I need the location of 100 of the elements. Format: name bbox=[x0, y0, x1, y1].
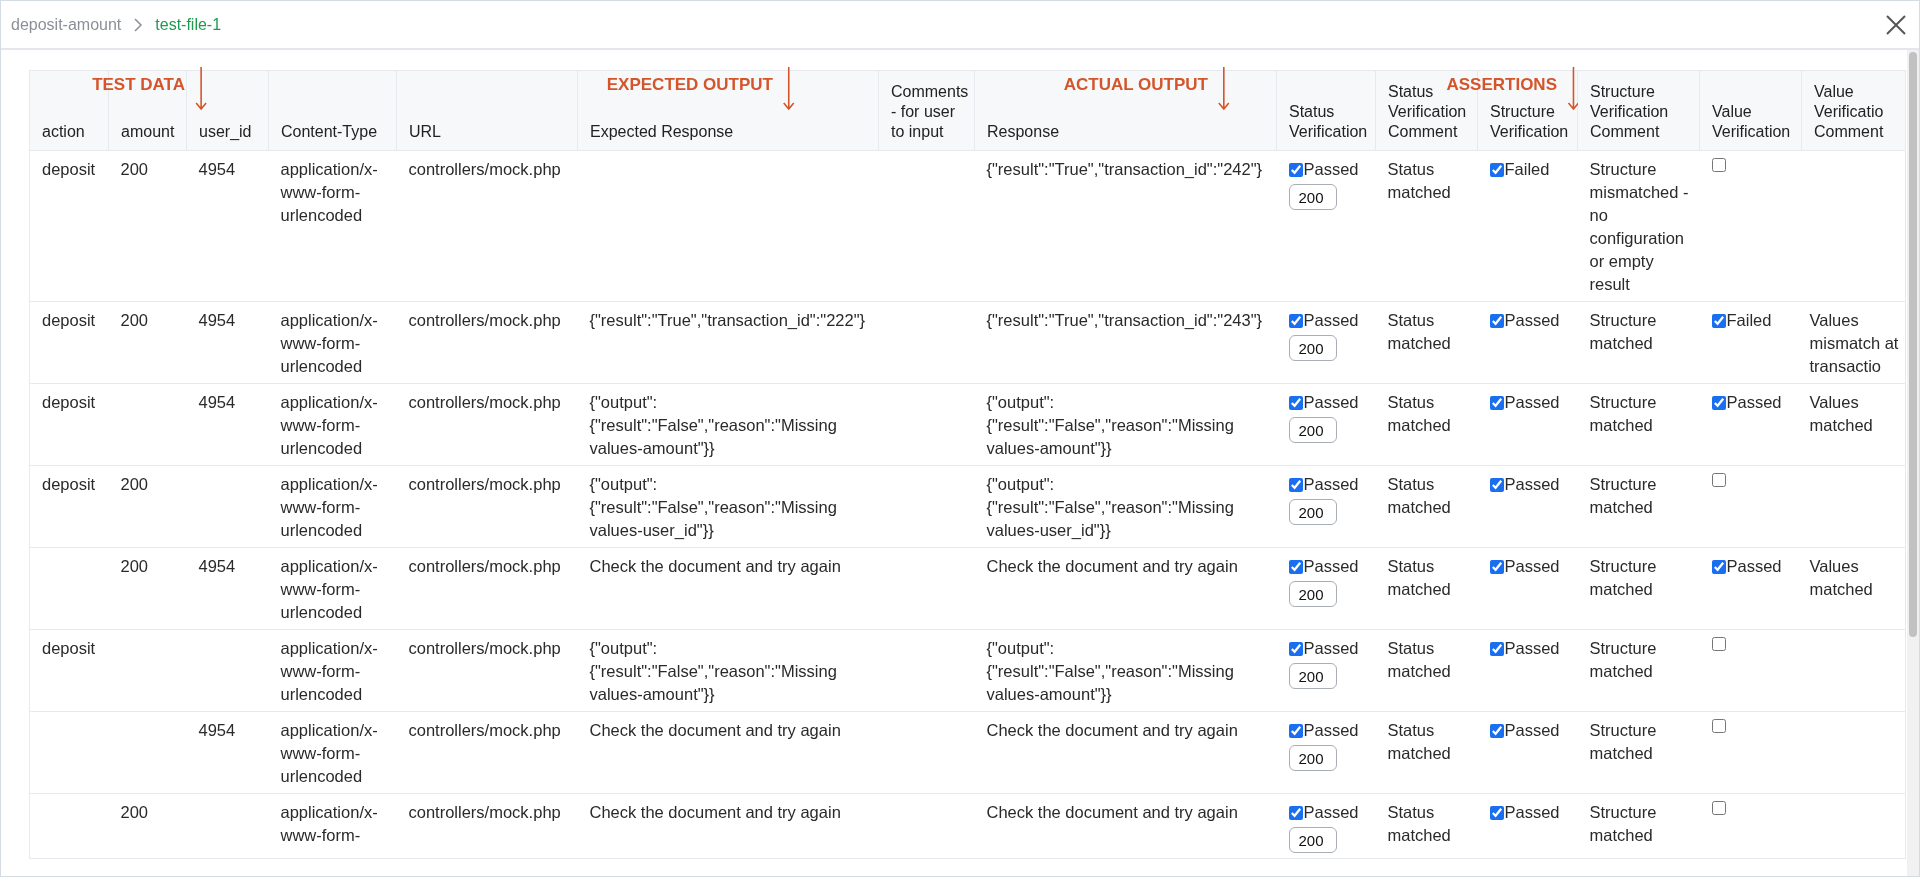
checkbox[interactable] bbox=[1711, 801, 1726, 815]
checkbox[interactable] bbox=[1711, 473, 1726, 487]
cell-text: Status matched bbox=[1387, 159, 1452, 203]
checkbox[interactable] bbox=[1489, 313, 1504, 328]
status-code-field[interactable]: 200 bbox=[1288, 745, 1337, 771]
checkbox[interactable] bbox=[1711, 313, 1726, 328]
checkbox[interactable] bbox=[1288, 723, 1303, 738]
cell-text: 4954 bbox=[198, 159, 237, 180]
cell-text: application/x-www-form-urlencoded bbox=[280, 310, 379, 377]
cell-text: Status matched bbox=[1387, 638, 1452, 682]
cell-text: {"output": {"result":"False","reason":"Missing values-user_id"}} bbox=[589, 474, 838, 541]
column-header: Comments - for user to input bbox=[878, 70, 975, 151]
down-arrow-icon bbox=[195, 67, 207, 111]
cell-text: deposit bbox=[42, 474, 97, 495]
verification-result: Passed bbox=[1303, 310, 1359, 331]
checkbox[interactable] bbox=[1288, 641, 1303, 656]
cell-text: application/x-www-form-urlencoded bbox=[280, 159, 379, 226]
column-header: Structure Verification Comment bbox=[1577, 70, 1700, 151]
chevron-right-icon bbox=[133, 16, 144, 33]
cell-text: {"output": {"result":"False","reason":"Missing values-user_id"}} bbox=[986, 474, 1235, 541]
cell-text: 4954 bbox=[198, 720, 237, 741]
cell-text: Status matched bbox=[1387, 802, 1452, 846]
cell-text: 4954 bbox=[198, 556, 237, 577]
checkbox[interactable] bbox=[1489, 477, 1504, 492]
checkbox[interactable] bbox=[1711, 559, 1726, 574]
checkbox[interactable] bbox=[1711, 637, 1726, 651]
checkbox[interactable] bbox=[1288, 559, 1303, 574]
verification-result: Passed bbox=[1303, 474, 1359, 495]
column-header: Value Verificatio Comment bbox=[1801, 70, 1906, 151]
verification-result: Passed bbox=[1504, 802, 1560, 823]
verification-result: Passed bbox=[1504, 556, 1560, 577]
cell-text: Values mismatch at transactio bbox=[1809, 310, 1900, 377]
cell-text: 4954 bbox=[198, 392, 237, 413]
section-annotation: TEST DATA bbox=[92, 75, 185, 95]
cell-text: Structure matched bbox=[1589, 802, 1658, 846]
section-annotation: ACTUAL OUTPUT bbox=[1063, 75, 1208, 95]
cell-text: deposit bbox=[42, 310, 97, 331]
checkbox[interactable] bbox=[1489, 723, 1504, 738]
checkbox[interactable] bbox=[1489, 559, 1504, 574]
verification-result: Failed bbox=[1504, 159, 1550, 180]
cell-text: deposit bbox=[42, 392, 97, 413]
cell-text: Check the document and try again bbox=[986, 802, 1239, 823]
cell-text: Structure mismatched - no configuration or empty result bbox=[1589, 159, 1690, 295]
cell-text: controllers/mock.php bbox=[408, 474, 562, 495]
verification-result: Passed bbox=[1303, 159, 1359, 180]
status-code-field[interactable]: 200 bbox=[1288, 499, 1337, 525]
cell-text: Check the document and try again bbox=[589, 720, 842, 741]
cell-text: {"output": {"result":"False","reason":"Missing values-amount"}} bbox=[986, 392, 1235, 459]
cell-text: Structure matched bbox=[1589, 638, 1658, 682]
verification-result: Passed bbox=[1726, 556, 1782, 577]
cell-text: Values matched bbox=[1809, 556, 1874, 600]
status-code-field[interactable]: 200 bbox=[1288, 335, 1337, 361]
verification-result: Failed bbox=[1726, 310, 1772, 331]
cell-text: controllers/mock.php bbox=[408, 638, 562, 659]
cell-text: Check the document and try again bbox=[986, 720, 1239, 741]
verification-result: Passed bbox=[1303, 392, 1359, 413]
status-code-field[interactable]: 200 bbox=[1288, 184, 1337, 210]
checkbox[interactable] bbox=[1711, 395, 1726, 410]
checkbox[interactable] bbox=[1489, 162, 1504, 177]
verification-result: Passed bbox=[1504, 310, 1560, 331]
cell-text: Status matched bbox=[1387, 556, 1452, 600]
checkbox[interactable] bbox=[1489, 805, 1504, 820]
checkbox[interactable] bbox=[1711, 158, 1726, 172]
cell-text: Structure matched bbox=[1589, 310, 1658, 354]
cell-text: application/x-www-form-urlencoded bbox=[280, 638, 379, 705]
verification-result: Passed bbox=[1303, 638, 1359, 659]
checkbox[interactable] bbox=[1711, 719, 1726, 733]
verification-result: Passed bbox=[1504, 638, 1560, 659]
cell-text: controllers/mock.php bbox=[408, 720, 562, 741]
cell-text: Check the document and try again bbox=[589, 556, 842, 577]
cell-text: controllers/mock.php bbox=[408, 556, 562, 577]
checkbox[interactable] bbox=[1288, 395, 1303, 410]
cell-text: 4954 bbox=[198, 310, 237, 331]
status-code-field[interactable]: 200 bbox=[1288, 581, 1337, 607]
cell-text: application/x-www-form-urlencoded bbox=[280, 392, 379, 459]
checkbox[interactable] bbox=[1489, 395, 1504, 410]
checkbox[interactable] bbox=[1288, 162, 1303, 177]
verification-result: Passed bbox=[1303, 802, 1359, 823]
cell-text: {"output": {"result":"False","reason":"Missing values-amount"}} bbox=[589, 392, 838, 459]
status-code-field[interactable]: 200 bbox=[1288, 417, 1337, 443]
checkbox[interactable] bbox=[1288, 477, 1303, 492]
checkbox[interactable] bbox=[1288, 805, 1303, 820]
column-header: Value Verification bbox=[1699, 70, 1802, 151]
status-code-field[interactable]: 200 bbox=[1288, 663, 1337, 689]
status-code-field[interactable]: 200 bbox=[1288, 827, 1337, 853]
down-arrow-icon bbox=[1218, 67, 1230, 111]
section-annotation: EXPECTED OUTPUT bbox=[606, 75, 773, 95]
close-icon[interactable] bbox=[1885, 13, 1907, 36]
checkbox[interactable] bbox=[1288, 313, 1303, 328]
checkbox[interactable] bbox=[1489, 641, 1504, 656]
scrollbar[interactable] bbox=[1907, 50, 1919, 876]
cell-text: deposit bbox=[42, 638, 97, 659]
cell-text: Check the document and try again bbox=[986, 556, 1239, 577]
cell-text: Values matched bbox=[1809, 392, 1874, 436]
cell-text: application/x-www-form-urlencoded bbox=[280, 556, 379, 623]
cell-text: {"output": {"result":"False","reason":"Missing values-amount"}} bbox=[986, 638, 1235, 705]
cell-text: application/x-www-form-urlencoded bbox=[280, 720, 379, 787]
cell-text: Status matched bbox=[1387, 392, 1452, 436]
column-header: ACTUAL OUTPUT Response bbox=[974, 70, 1277, 151]
cell-text: 200 bbox=[120, 310, 150, 331]
